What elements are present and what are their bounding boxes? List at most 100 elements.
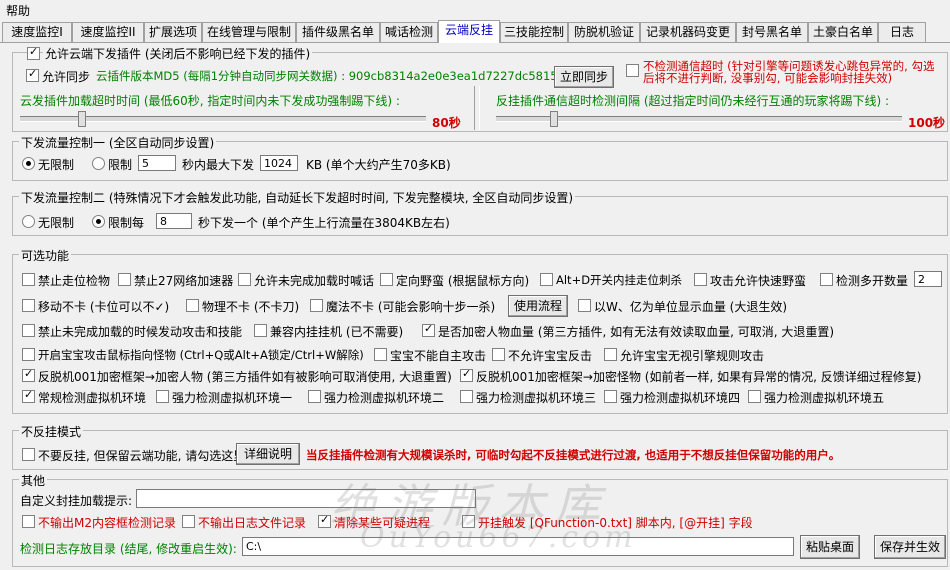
flow1-mid-label: 秒内最大下发 <box>182 158 255 172</box>
tab-machine[interactable]: 记录机器码变更 <box>640 22 736 42</box>
opt-unit-checkbox[interactable] <box>578 299 591 312</box>
tab-whitelist[interactable]: 土豪白名单 <box>808 22 878 42</box>
opt-vm1-label: 强力检测虚拟机环境一 <box>172 391 293 405</box>
opt-fast-checkbox[interactable] <box>694 273 707 286</box>
opt-encrypt-monster-label: 反脱机001加密框架→加密怪物 (如前者一样, 如果有异常的情况, 反馈详细过程… <box>476 370 922 384</box>
allow-sync-checkbox[interactable] <box>26 67 39 82</box>
opt-multi-checkbox[interactable] <box>820 273 833 286</box>
version-md5: 云插件版本MD5 (每隔1分钟自动同步网关数据) : 909cb8314a2e0… <box>96 69 579 83</box>
opt-magic-label: 魔法不卡 (可能会影响十步一杀) <box>326 300 496 314</box>
flow1-seconds-input[interactable]: 5 <box>138 155 176 171</box>
tab-bar: 速度监控I 速度监控II 扩展选项 在线管理与限制 插件级黑名单 喊话检测 云端… <box>0 20 950 43</box>
no-detect-timeout-checkbox[interactable] <box>626 64 639 77</box>
flow2-seconds-input[interactable]: 8 <box>156 213 192 229</box>
opt-directed-label: 定向野蛮 (根据鼠标方向) <box>396 274 530 288</box>
opt-pet-noauto-label: 宝宝不能自主攻击 <box>390 349 487 363</box>
opt-pet-nocounter-checkbox[interactable] <box>492 348 505 361</box>
opt-vm2-checkbox[interactable] <box>308 390 321 403</box>
opt-fast-label: 攻击允许快速野蛮 <box>710 274 807 288</box>
flow2-unlimited-radio[interactable] <box>22 215 35 228</box>
check-interval-value: 100秒 <box>908 116 946 130</box>
check-interval-thumb[interactable] <box>550 111 558 127</box>
opt-no-walk-pick-checkbox[interactable] <box>22 273 35 286</box>
other-cb2-checkbox[interactable] <box>182 515 195 528</box>
opt-multi-count-input[interactable]: 2 <box>914 271 942 287</box>
check-interval-label: 反挂插件通信超时检测间隔 (超过指定时间仍未经行互通的玩家将踢下线) : <box>496 94 890 108</box>
opt-encrypt-person-label: 反脱机001加密框架→加密人物 (第三方插件如有被影响可取消使用, 大退重置) <box>38 370 452 384</box>
save-apply-button[interactable]: 保存并生效 <box>874 535 946 559</box>
opt-pet-attack-checkbox[interactable] <box>22 348 35 361</box>
opt-vm-normal-checkbox[interactable] <box>22 388 35 403</box>
opt-encrypt-person-checkbox[interactable] <box>22 367 35 382</box>
opt-no-27-checkbox[interactable] <box>118 273 131 286</box>
tab-speed1[interactable]: 速度监控I <box>2 22 72 42</box>
log-dir-input[interactable]: C:\ <box>242 537 794 556</box>
other-cb1-checkbox[interactable] <box>22 515 35 528</box>
opt-vm5-checkbox[interactable] <box>748 390 761 403</box>
opt-pet-ignore-label: 允许宝宝无视引擎规则攻击 <box>620 349 765 363</box>
opt-pet-nocounter-label: 不允许宝宝反击 <box>508 349 593 363</box>
slider-separator <box>474 86 480 130</box>
tab-shout[interactable]: 喊话检测 <box>380 22 438 42</box>
flow1-limit-radio[interactable] <box>92 157 105 170</box>
opt-magic-checkbox[interactable] <box>310 299 323 312</box>
tab-extend[interactable]: 扩展选项 <box>144 22 202 42</box>
tab-speed2[interactable]: 速度监控II <box>72 22 144 42</box>
tab-cloud-anti[interactable]: 云端反挂 <box>438 20 500 43</box>
opt-altd-label: Alt+D开关内挂走位刺杀 <box>556 273 683 287</box>
opt-pet-ignore-checkbox[interactable] <box>604 348 617 361</box>
flow1-title: 下发流量控制一 (全区自动同步设置) <box>19 134 217 151</box>
opt-encrypt-monster-checkbox[interactable] <box>460 367 473 382</box>
flow2-limit-label: 限制每 <box>108 216 145 230</box>
opt-altd-checkbox[interactable] <box>540 273 553 286</box>
opt-physic-checkbox[interactable] <box>186 299 199 312</box>
menu-help[interactable]: 帮助 <box>6 2 30 19</box>
flow2-limit-radio[interactable] <box>92 215 105 228</box>
opt-compat-checkbox[interactable] <box>254 324 267 337</box>
tab-skill[interactable]: 三技能控制 <box>500 22 568 42</box>
opt-vm4-checkbox[interactable] <box>604 390 617 403</box>
flow1-unlimited-label: 无限制 <box>38 158 75 172</box>
other-cb2-label: 不输出日志文件记录 <box>198 516 307 530</box>
opt-vm3-checkbox[interactable] <box>460 390 473 403</box>
opt-vm3-label: 强力检测虚拟机环境三 <box>476 391 597 405</box>
detail-button[interactable]: 详细说明 <box>236 443 300 465</box>
tab-plugin-blacklist[interactable]: 插件级黑名单 <box>296 22 380 42</box>
opt-vm2-label: 强力检测虚拟机环境二 <box>324 391 445 405</box>
load-timeout-thumb[interactable] <box>78 111 86 127</box>
opt-encrypt-hp-label: 是否加密人物血量 (第三方插件, 如有无法有效读取血量, 可取消, 大退重置) <box>438 325 835 339</box>
opt-no-attack-label: 禁止未完成加载的时候发动攻击和技能 <box>38 325 243 339</box>
opt-pet-noauto-checkbox[interactable] <box>374 348 387 361</box>
tab-offline[interactable]: 防脱机验证 <box>568 22 640 42</box>
other-cb3-checkbox[interactable] <box>318 513 331 528</box>
use-flow-button[interactable]: 使用流程 <box>508 295 568 317</box>
allow-plugin-checkbox[interactable] <box>27 45 40 60</box>
sync-now-button[interactable]: 立即同步 <box>554 66 614 88</box>
flow2-group: 下发流量控制二 (特殊情况下才会触发此功能, 自动延长下发超时时间, 下发完整模… <box>12 189 948 236</box>
tab-log[interactable]: 日志 <box>878 22 926 42</box>
noanti-title: 不反挂模式 <box>19 423 84 440</box>
noanti-note: 当反挂插件检测有大规模误杀时, 可临时勾起不反挂模式进行过渡, 也适用于不想反挂… <box>306 448 841 462</box>
flow2-title: 下发流量控制二 (特殊情况下才会触发此功能, 自动延长下发超时时间, 下发完整模… <box>19 189 576 206</box>
custom-prompt-input[interactable] <box>136 489 476 508</box>
opt-no-attack-checkbox[interactable] <box>22 324 35 337</box>
opt-vm1-checkbox[interactable] <box>156 390 169 403</box>
opt-allow-shout-checkbox[interactable] <box>238 273 251 286</box>
opt-directed-checkbox[interactable] <box>380 273 393 286</box>
opt-move-nostuck-checkbox[interactable] <box>22 299 35 312</box>
flow1-unlimited-radio[interactable] <box>22 157 35 170</box>
other-cb1-label: 不输出M2内容框检测记录 <box>38 516 176 530</box>
opt-no-walk-pick-label: 禁止走位检物 <box>38 274 111 288</box>
menubar: 帮助 <box>0 0 950 20</box>
flow2-unlimited-label: 无限制 <box>38 216 75 230</box>
log-dir-label: 检测日志存放目录 (结尾, 修改重启生效): <box>20 542 237 556</box>
allow-plugin-label: 允许云端下发插件 (关闭后不影响已经下发的插件) <box>43 45 313 62</box>
other-cb4-checkbox[interactable] <box>462 515 475 528</box>
opt-encrypt-hp-checkbox[interactable] <box>422 322 435 337</box>
noanti-checkbox[interactable] <box>22 448 35 461</box>
paste-desktop-button[interactable]: 粘贴桌面 <box>800 535 860 559</box>
flow1-kb-input[interactable]: 1024 <box>260 155 298 171</box>
options-title: 可选功能 <box>19 247 72 264</box>
tab-ban[interactable]: 封号黑名单 <box>736 22 808 42</box>
tab-online[interactable]: 在线管理与限制 <box>202 22 296 42</box>
